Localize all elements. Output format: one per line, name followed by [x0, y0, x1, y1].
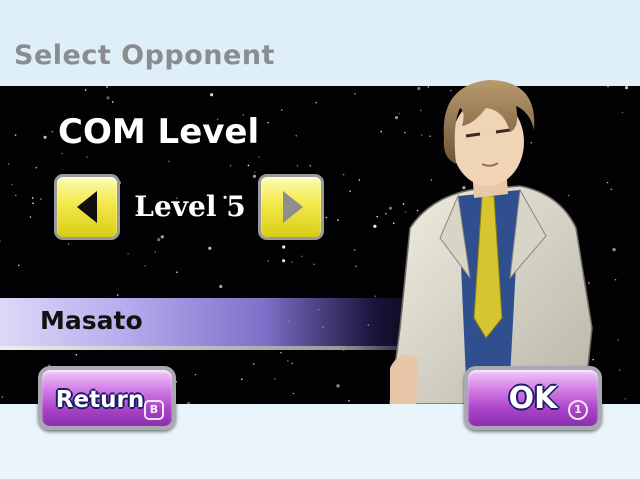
- star: [325, 216, 328, 219]
- star: [281, 109, 283, 111]
- star: [337, 219, 339, 221]
- star: [51, 130, 54, 133]
- star: [287, 359, 289, 362]
- star: [617, 339, 619, 341]
- triangle-left-icon: [77, 191, 97, 223]
- star: [291, 362, 293, 365]
- star: [300, 255, 303, 258]
- star: [610, 188, 613, 191]
- star: [112, 101, 114, 103]
- b-key-icon: B: [144, 400, 164, 420]
- star: [86, 156, 88, 158]
- star: [342, 173, 345, 176]
- star: [208, 246, 212, 250]
- level-value: Level 5: [134, 190, 246, 223]
- star: [358, 179, 361, 181]
- star: [309, 164, 312, 167]
- star: [18, 264, 20, 267]
- star: [295, 135, 298, 137]
- star: [267, 260, 270, 262]
- star: [31, 197, 34, 199]
- star: [313, 263, 315, 266]
- com-level-heading: COM Level: [58, 112, 260, 152]
- star: [29, 216, 32, 218]
- star: [349, 190, 351, 192]
- star: [241, 378, 243, 381]
- star: [40, 198, 42, 200]
- star: [210, 93, 214, 97]
- star: [612, 248, 616, 252]
- star: [282, 259, 286, 263]
- star: [258, 156, 260, 158]
- star: [1, 396, 4, 398]
- star: [144, 265, 146, 267]
- star: [274, 378, 276, 380]
- star: [624, 398, 627, 400]
- ok-button[interactable]: OK 1: [464, 366, 602, 430]
- star: [84, 89, 87, 91]
- star: [291, 261, 293, 263]
- triangle-right-icon: [283, 191, 303, 223]
- return-button[interactable]: Return B: [38, 366, 176, 430]
- star: [75, 354, 78, 356]
- star: [282, 245, 286, 249]
- star: [348, 400, 350, 402]
- star: [336, 384, 340, 388]
- star: [354, 92, 356, 95]
- star: [176, 271, 178, 273]
- star: [186, 401, 191, 404]
- star: [160, 235, 164, 239]
- star: [618, 369, 621, 371]
- star: [296, 165, 299, 167]
- level-increase-button[interactable]: [258, 174, 324, 240]
- star: [14, 134, 17, 136]
- star: [157, 238, 161, 242]
- star: [194, 373, 197, 376]
- star: [267, 121, 270, 124]
- star: [127, 253, 129, 255]
- star: [315, 101, 318, 104]
- star: [625, 86, 629, 90]
- star: [355, 265, 357, 268]
- name-bar-underline: [0, 346, 420, 350]
- star: [15, 194, 17, 197]
- star: [252, 174, 257, 178]
- star: [106, 96, 110, 100]
- star: [106, 86, 108, 88]
- star: [353, 249, 356, 251]
- star: [61, 152, 63, 155]
- star: [280, 351, 282, 354]
- star: [292, 392, 295, 395]
- star: [621, 111, 624, 114]
- star: [0, 240, 1, 242]
- star: [116, 294, 119, 296]
- one-key-icon: 1: [568, 400, 588, 420]
- star: [253, 363, 255, 365]
- star: [168, 160, 170, 163]
- star: [32, 202, 34, 205]
- star: [253, 171, 256, 173]
- screen-title: Select Opponent: [14, 40, 275, 71]
- star: [247, 164, 250, 167]
- star: [11, 183, 14, 186]
- star: [154, 251, 157, 253]
- star: [219, 284, 223, 289]
- star: [7, 163, 10, 165]
- star: [67, 243, 70, 245]
- star: [43, 135, 47, 139]
- opponent-portrait: [370, 68, 610, 405]
- opponent-name: Masato: [40, 306, 143, 335]
- star: [35, 166, 38, 169]
- level-decrease-button[interactable]: [54, 174, 120, 240]
- star: [229, 164, 232, 167]
- star: [614, 278, 617, 281]
